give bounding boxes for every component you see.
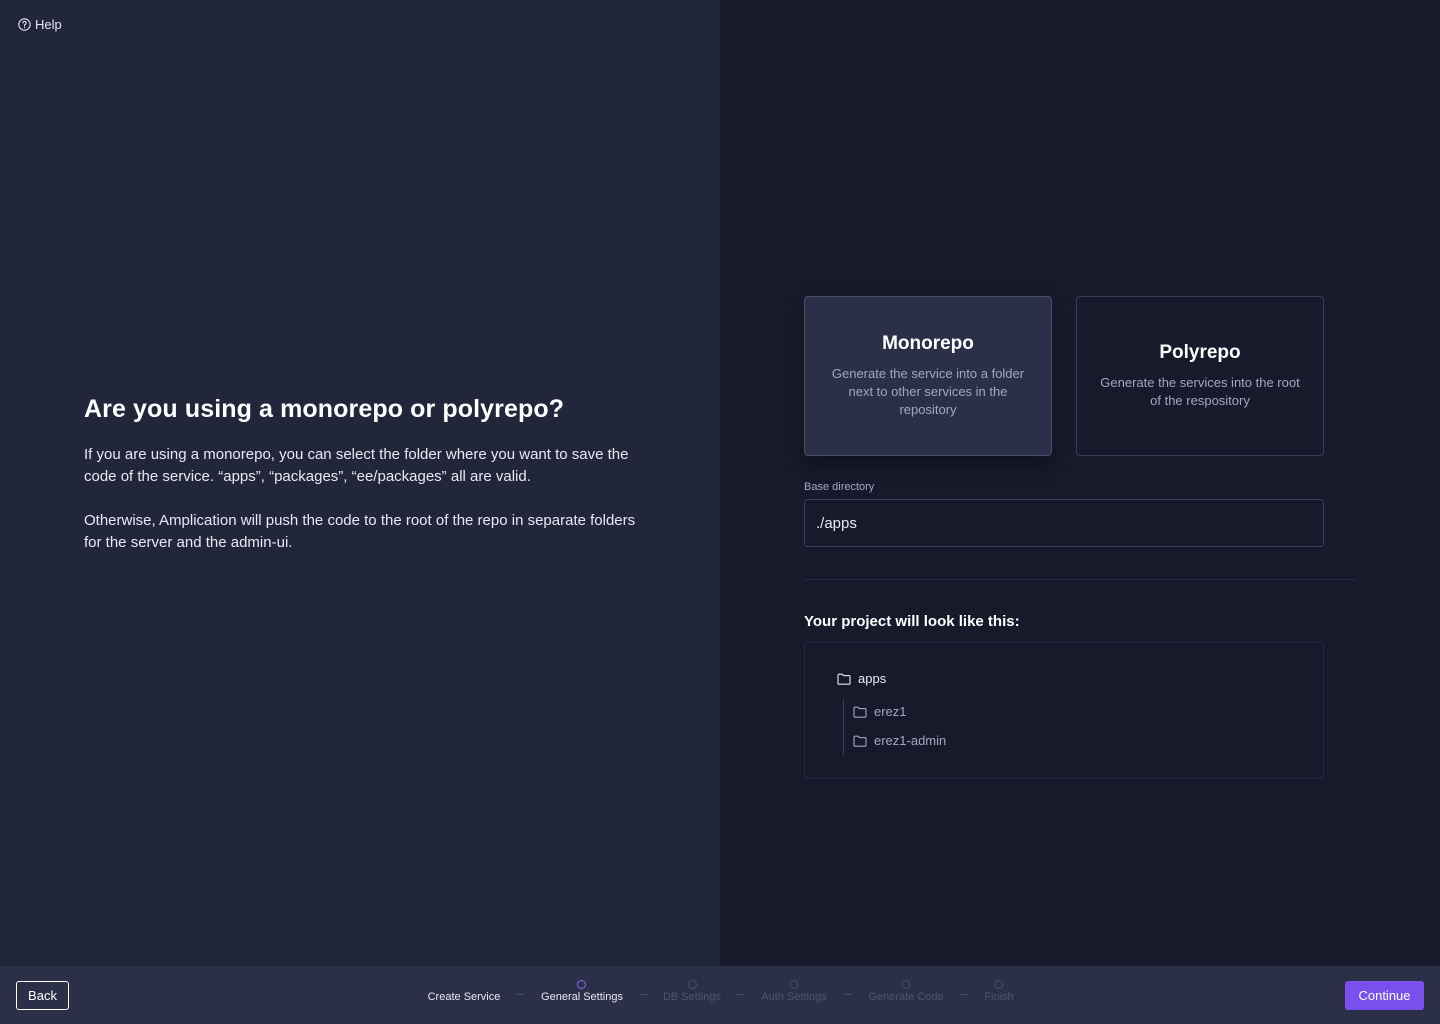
base-directory-label: Base directory	[804, 481, 875, 493]
step-indicator	[687, 980, 697, 989]
step-label: Create Service	[427, 991, 501, 1003]
step-separator	[640, 994, 647, 995]
step-label: Auth Settings	[761, 991, 827, 1003]
help-circle-icon	[18, 18, 31, 31]
intro-paragraph-monorepo: If you are using a monorepo, you can sel…	[84, 446, 629, 485]
step-create-service: Create Service	[428, 980, 501, 1003]
base-directory-input[interactable]	[804, 499, 1324, 547]
left-panel: Help Are you using a monorepo or polyrep…	[0, 0, 720, 966]
divider	[804, 579, 1356, 580]
help-link[interactable]: Help	[18, 17, 62, 32]
tree-child-folder: erez1-admin	[853, 733, 946, 748]
step-general-settings: General Settings	[541, 980, 623, 1003]
monorepo-option-title: Monorepo	[882, 333, 974, 354]
step-separator	[737, 994, 744, 995]
polyrepo-option-card[interactable]: Polyrepo Generate the services into the …	[1076, 296, 1324, 456]
tree-connector-line	[843, 699, 844, 755]
intro-paragraph-polyrepo: Otherwise, Amplication will push the cod…	[84, 512, 636, 551]
help-label: Help	[35, 17, 62, 32]
continue-button[interactable]: Continue	[1345, 981, 1424, 1010]
step-generate-code: Generate Code	[868, 980, 944, 1003]
step-label: General Settings	[541, 991, 623, 1003]
step-auth-settings: Auth Settings	[761, 980, 827, 1003]
project-preview-title: Your project will look like this:	[804, 613, 1020, 630]
folder-icon	[853, 706, 867, 718]
polyrepo-option-description: Generate the services into the root of t…	[1100, 375, 1300, 408]
tree-child-folder: erez1	[853, 704, 907, 719]
folder-icon	[853, 735, 867, 747]
polyrepo-option-title: Polyrepo	[1159, 342, 1241, 363]
step-separator	[845, 994, 852, 995]
step-label: Generate Code	[868, 991, 944, 1003]
step-indicator	[789, 980, 799, 989]
intro-section: Are you using a monorepo or polyrepo? If…	[84, 392, 644, 576]
tree-child-label: erez1	[874, 704, 907, 719]
step-separator	[517, 994, 524, 995]
tree-root-label: apps	[858, 671, 887, 686]
tree-root-folder: apps	[837, 671, 886, 686]
step-indicator	[994, 980, 1004, 989]
step-indicator	[459, 980, 468, 989]
page-title: Are you using a monorepo or polyrepo?	[84, 395, 565, 423]
wizard-footer: Back Create Service General Settings DB …	[0, 966, 1440, 1024]
step-indicator	[577, 980, 587, 989]
step-indicator	[901, 980, 911, 989]
step-db-settings: DB Settings	[663, 980, 721, 1003]
monorepo-option-card[interactable]: Monorepo Generate the service into a fol…	[804, 296, 1052, 456]
project-tree-preview: apps erez1 erez1-admin	[804, 642, 1324, 779]
step-label: Finish	[984, 991, 1014, 1003]
tree-child-label: erez1-admin	[874, 733, 947, 748]
step-finish: Finish	[984, 980, 1014, 1003]
back-button[interactable]: Back	[16, 981, 69, 1010]
folder-icon	[837, 673, 851, 685]
monorepo-option-description: Generate the service into a folder next …	[831, 366, 1025, 417]
step-label: DB Settings	[662, 991, 722, 1003]
step-separator	[961, 994, 968, 995]
